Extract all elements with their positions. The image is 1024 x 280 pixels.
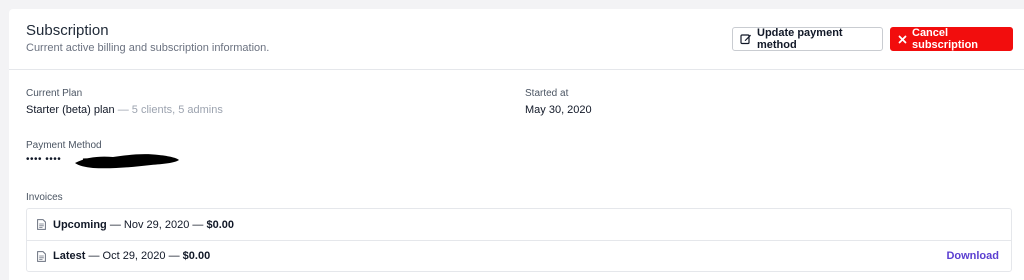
document-icon (37, 219, 46, 230)
download-invoice-link[interactable]: Download (946, 250, 999, 262)
invoice-status: Latest (53, 250, 86, 262)
started-at-label: Started at (525, 88, 569, 99)
invoice-sep: — (165, 250, 183, 262)
invoice-date: Nov 29, 2020 (123, 218, 190, 231)
update-payment-method-button[interactable]: Update payment method (732, 27, 883, 51)
document-icon (37, 250, 46, 262)
edit-icon (740, 33, 752, 45)
invoice-sep: — (106, 218, 124, 231)
page-subtitle: Current active billing and subscription … (26, 42, 270, 54)
invoice-amount: $0.00 (206, 218, 234, 231)
started-at-value: May 30, 2020 (525, 104, 592, 116)
current-plan-value: Starter (beta) plan — 5 clients, 5 admin… (26, 104, 223, 116)
cancel-subscription-button[interactable]: Cancel subscription (890, 27, 1013, 51)
invoice-row-upcoming: Upcoming — Nov 29, 2020 — $0.00 (27, 209, 1011, 240)
invoice-sep: — (85, 250, 103, 262)
invoice-amount: $0.00 (182, 250, 211, 262)
invoices-label: Invoices (26, 192, 63, 203)
plan-details: — 5 clients, 5 admins (114, 104, 223, 116)
close-icon (898, 35, 907, 44)
update-payment-method-label: Update payment method (757, 27, 843, 51)
payment-method-label: Payment Method (26, 140, 102, 151)
invoices-list: Upcoming — Nov 29, 2020 — $0.00 Latest —… (26, 208, 1012, 272)
cancel-subscription-label: Cancel subscription (912, 27, 979, 51)
payment-method-masked: •••• •••• (26, 154, 62, 165)
redaction-scribble (75, 154, 179, 169)
plan-name: Starter (beta) plan (26, 104, 115, 116)
card-header: Subscription Current active billing and … (9, 9, 1024, 70)
invoice-sep: — (189, 218, 207, 231)
invoice-status: Upcoming (53, 218, 107, 231)
invoice-date: Oct 29, 2020 (102, 250, 166, 262)
page-title: Subscription (26, 22, 109, 39)
current-plan-label: Current Plan (26, 88, 83, 99)
subscription-card: Subscription Current active billing and … (9, 9, 1024, 280)
invoice-row-latest: Latest — Oct 29, 2020 — $0.00 Download (27, 240, 1011, 271)
